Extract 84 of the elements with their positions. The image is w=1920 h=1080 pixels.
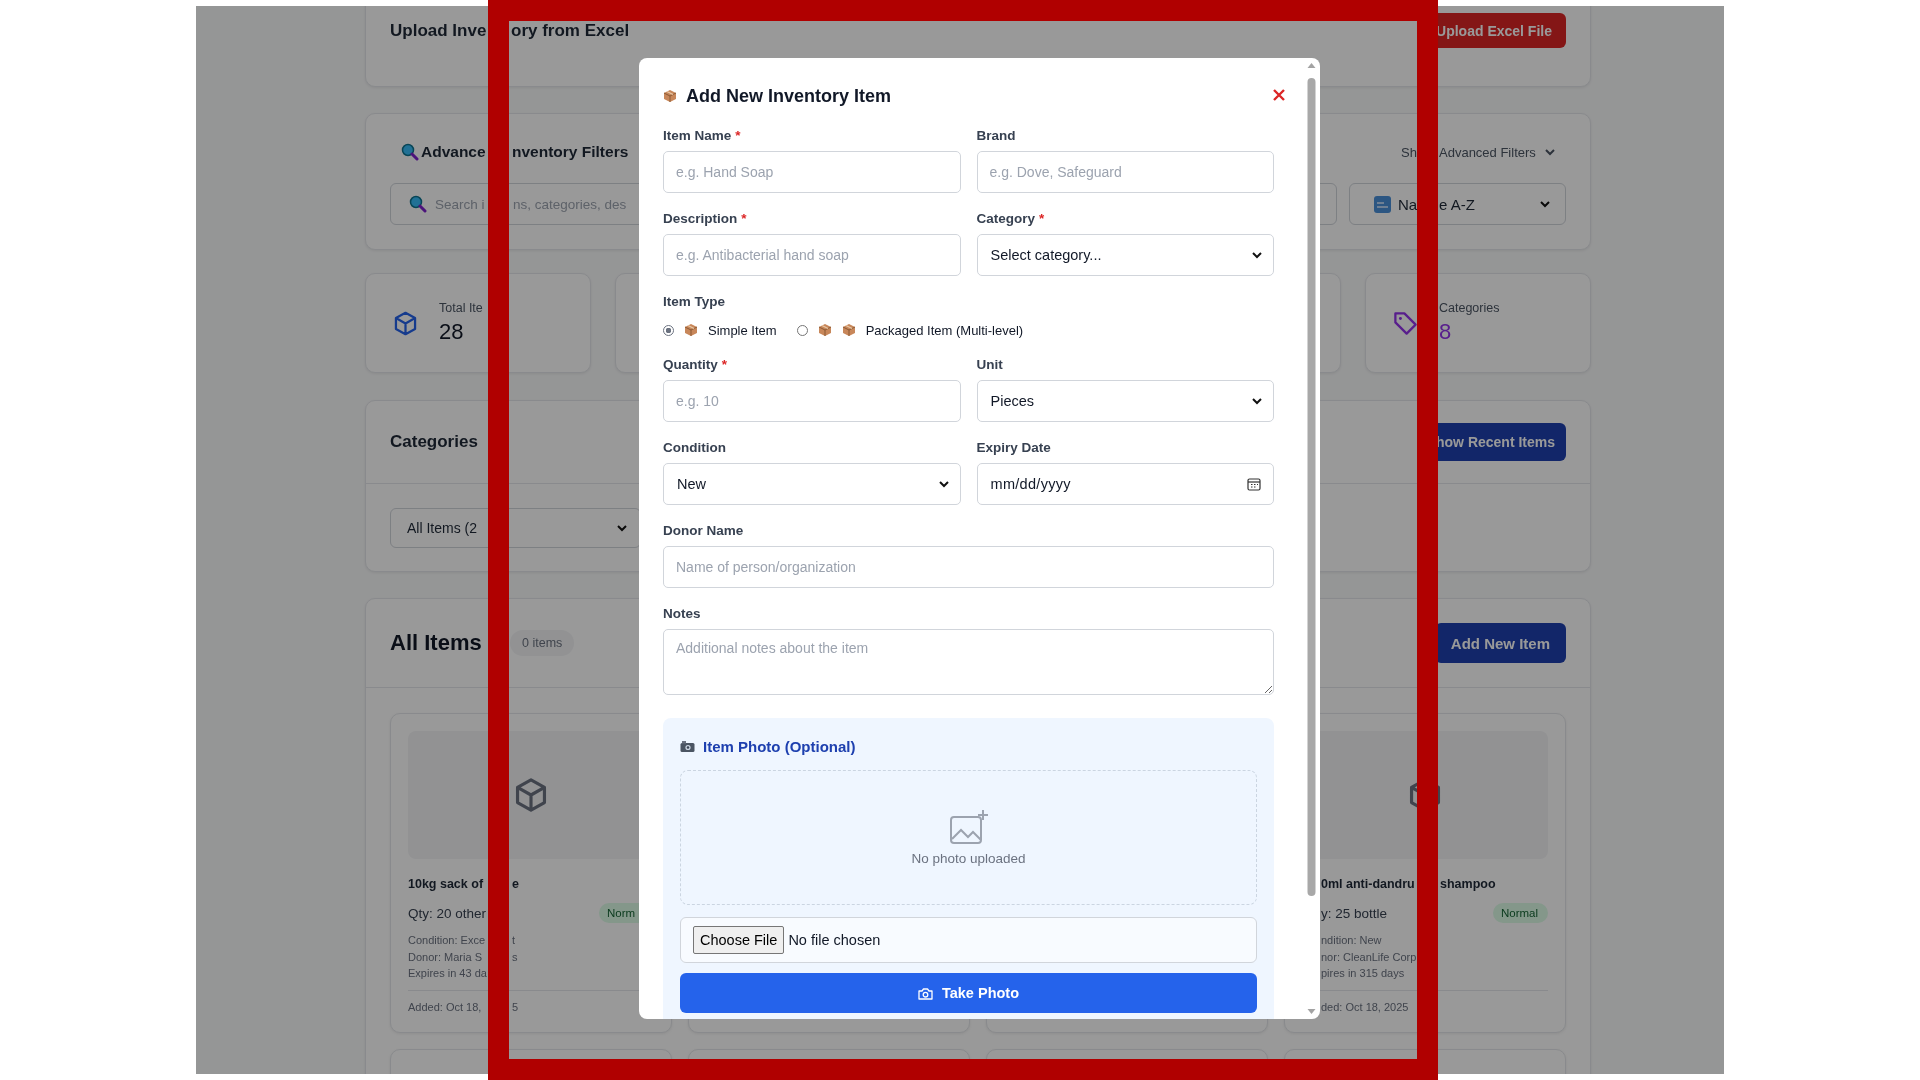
select-field[interactable]: Pieces	[976, 380, 1274, 422]
search-icon	[409, 195, 427, 213]
item-added-date: 5	[512, 999, 519, 1015]
field-label: Quantity *	[663, 356, 729, 374]
field-label: Brand	[976, 127, 1017, 145]
text-field[interactable]: e.g. Dove, Safeguard	[976, 151, 1274, 193]
close-icon	[1272, 88, 1286, 102]
choose-file-button[interactable]: Choose File	[693, 926, 785, 954]
filters-toggle-link[interactable]: Sh	[1401, 144, 1417, 160]
radio-button[interactable]	[663, 324, 674, 336]
chevron-down-icon	[1539, 198, 1551, 210]
text-field[interactable]: e.g. Hand Soap	[663, 151, 961, 193]
date-field[interactable]: mm/dd/yyyy	[976, 463, 1274, 505]
camera-icon	[680, 739, 695, 753]
file-status: No file chosen	[788, 932, 881, 948]
section-title: Item Photo (Optional)	[703, 737, 856, 755]
text-field[interactable]: Name of person/organization	[663, 546, 1274, 588]
field-label: Item Name *	[663, 127, 742, 145]
item-name: shampoo	[1440, 876, 1496, 891]
filters-toggle-link[interactable]: Advanced Filters	[1439, 144, 1536, 160]
item-count-badge: 0 items	[510, 630, 575, 656]
item-detail: t	[512, 933, 516, 948]
category-filter-select[interactable]: All Items (2	[390, 508, 641, 548]
item-quantity: Qty: 20 other	[408, 905, 487, 921]
sort-select[interactable]: Na e A-Z	[1349, 183, 1566, 225]
stat-value: 28	[439, 319, 465, 345]
field-label: Donor Name	[663, 522, 745, 540]
item-quantity: y: 25 bottle	[1321, 905, 1388, 921]
radio-label[interactable]: Packaged Item (Multi-level)	[865, 322, 1024, 338]
stat-label: Categories	[1439, 301, 1500, 315]
field-label: Condition	[663, 439, 727, 457]
cube-icon	[392, 309, 419, 337]
modal-title: Add New Inventory Item	[686, 85, 892, 107]
package-icon	[841, 323, 856, 337]
chevron-down-icon	[937, 478, 950, 490]
status-badge: Normal	[1493, 903, 1548, 923]
select-field[interactable]: New	[663, 463, 961, 505]
notes-field[interactable]: Additional notes about the item	[663, 629, 1274, 695]
card-title: Upload Inve	[390, 20, 487, 41]
field-label: Category *	[976, 210, 1046, 228]
item-detail: Condition: Exce	[408, 933, 486, 948]
chevron-down-icon	[1251, 395, 1263, 407]
chevron-down-icon	[616, 522, 628, 534]
image-add-icon	[948, 809, 989, 845]
package-icon	[817, 323, 832, 337]
card-title: nventory Filters	[512, 143, 629, 161]
item-detail: Expires in 43 da	[408, 966, 487, 981]
text-field[interactable]: e.g. Antibacterial hand soap	[663, 234, 961, 276]
item-name: 10kg sack of	[408, 876, 484, 891]
card-title: Advance	[421, 143, 486, 161]
chevron-down-icon	[1543, 146, 1556, 158]
section-title: All Items	[390, 630, 482, 656]
item-added-date: Added: Oct 18,	[408, 999, 482, 1015]
calendar-icon	[1247, 477, 1261, 491]
item-detail: s	[512, 949, 518, 965]
stat-value: 8	[1439, 319, 1453, 345]
field-label: Description *	[663, 210, 748, 228]
item-name: e	[512, 876, 519, 891]
chevron-down-icon	[1251, 249, 1263, 261]
item-name: 0ml anti-dandru	[1321, 876, 1415, 891]
search-icon	[401, 143, 419, 161]
take-photo-button[interactable]: Take Photo	[680, 973, 1257, 1013]
item-detail: nor: CleanLife Corp	[1321, 949, 1417, 965]
sort-icon	[1374, 195, 1391, 213]
select-field[interactable]: Select category...	[976, 234, 1274, 276]
text-field[interactable]: e.g. 10	[663, 380, 961, 422]
radio-label[interactable]: Simple Item	[708, 322, 777, 338]
card-title: ory from Excel	[511, 20, 630, 41]
field-label: Notes	[663, 605, 702, 623]
field-label: Expiry Date	[976, 439, 1052, 457]
card-title: Categories	[390, 432, 478, 452]
camera-icon	[917, 986, 933, 1000]
empty-photo-text: No photo uploaded	[911, 851, 1026, 866]
item-detail: ndition: New	[1321, 933, 1382, 948]
tag-icon	[1392, 309, 1419, 337]
item-detail: Donor: Maria S	[408, 949, 482, 965]
item-added-date: ded: Oct 18, 2025	[1321, 999, 1409, 1015]
item-detail: pires in 315 days	[1321, 966, 1405, 981]
field-label: Item Type	[663, 293, 726, 311]
radio-button[interactable]	[796, 324, 808, 336]
package-icon	[663, 89, 677, 103]
stat-label: Total Ite	[439, 301, 483, 315]
package-icon	[684, 323, 698, 337]
field-label: Unit	[976, 356, 1004, 374]
